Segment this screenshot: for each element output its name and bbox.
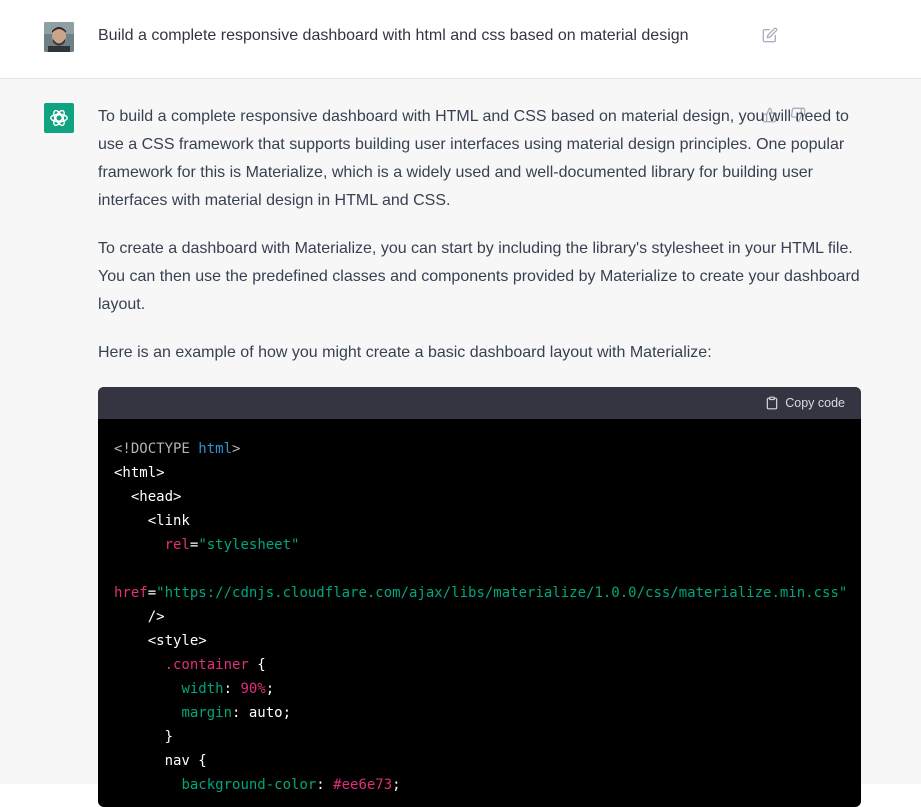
code-token: ; (392, 777, 401, 793)
code-token: background-color (181, 777, 317, 793)
code-token: : (223, 681, 241, 697)
paragraph: To create a dashboard with Materialize, … (98, 240, 860, 313)
code-line: /> (114, 605, 845, 629)
code-line: <html> (114, 461, 845, 485)
code-token: : auto; (232, 705, 292, 721)
code-token: > (232, 441, 241, 457)
code-line: .container { (114, 653, 845, 677)
code-header: Copy code (98, 387, 861, 419)
paragraph: To build a complete responsive dashboard… (98, 108, 849, 209)
code-line: <!DOCTYPE html> (114, 437, 845, 461)
assistant-avatar (44, 103, 74, 133)
code-line: rel="stylesheet" (114, 533, 845, 557)
user-message-text: Build a complete responsive dashboard wi… (98, 27, 689, 44)
code-token: <!DOCTYPE (114, 441, 199, 457)
assistant-message-content: To build a complete responsive dashboard… (98, 103, 861, 387)
code-line: nav { (114, 749, 845, 773)
code-token: = (147, 585, 157, 601)
code-line: } (114, 725, 845, 749)
assistant-message-row: To build a complete responsive dashboard… (0, 79, 921, 807)
code-token: #ee6e73 (333, 777, 393, 793)
openai-logo-icon (50, 109, 68, 127)
user-photo-icon (44, 22, 74, 52)
code-line: href="https://cdnjs.cloudflare.com/ajax/… (114, 581, 848, 605)
code-block: Copy code <!DOCTYPE html> <html> <head> <… (98, 387, 861, 807)
copy-code-label: Copy code (785, 396, 845, 410)
clipboard-icon (766, 396, 778, 410)
code-token: nav { (164, 753, 207, 769)
code-token: ; (265, 681, 275, 697)
code-token: : (316, 777, 334, 793)
code-token: 90% (240, 681, 266, 697)
code-line: width: 90%; (114, 677, 845, 701)
code-line: <link (114, 509, 845, 533)
code-line: margin: auto; (114, 701, 845, 725)
code-token: "https://cdnjs.cloudflare.com/ajax/libs/… (156, 585, 848, 601)
code-token: .container (164, 657, 249, 673)
code-token: /> (147, 609, 165, 625)
code-token: margin (181, 705, 233, 721)
code-token: href (114, 585, 148, 601)
code-line: <style> (114, 629, 845, 653)
code-token: } (164, 729, 174, 745)
code-token: { (248, 657, 266, 673)
code-token: width (181, 681, 224, 697)
edit-message-button[interactable] (762, 27, 780, 45)
user-message-row: Build a complete responsive dashboard wi… (0, 0, 921, 79)
edit-icon (762, 27, 778, 43)
code-token: "stylesheet" (198, 537, 300, 553)
code-line: <head> (114, 485, 845, 509)
code-token: <link (147, 513, 190, 529)
user-avatar (44, 22, 74, 52)
code-token: rel (164, 537, 190, 553)
copy-code-button[interactable]: Copy code (765, 396, 845, 410)
code-token: <html> (114, 465, 165, 481)
paragraph: Here is an example of how you might crea… (98, 344, 712, 361)
code-token: <head> (130, 489, 182, 505)
code-line: background-color: #ee6e73; (114, 773, 845, 797)
code-token: <style> (147, 633, 207, 649)
code-content: <!DOCTYPE html> <html> <head> <link rel="… (98, 419, 861, 797)
code-token: html (198, 441, 233, 457)
